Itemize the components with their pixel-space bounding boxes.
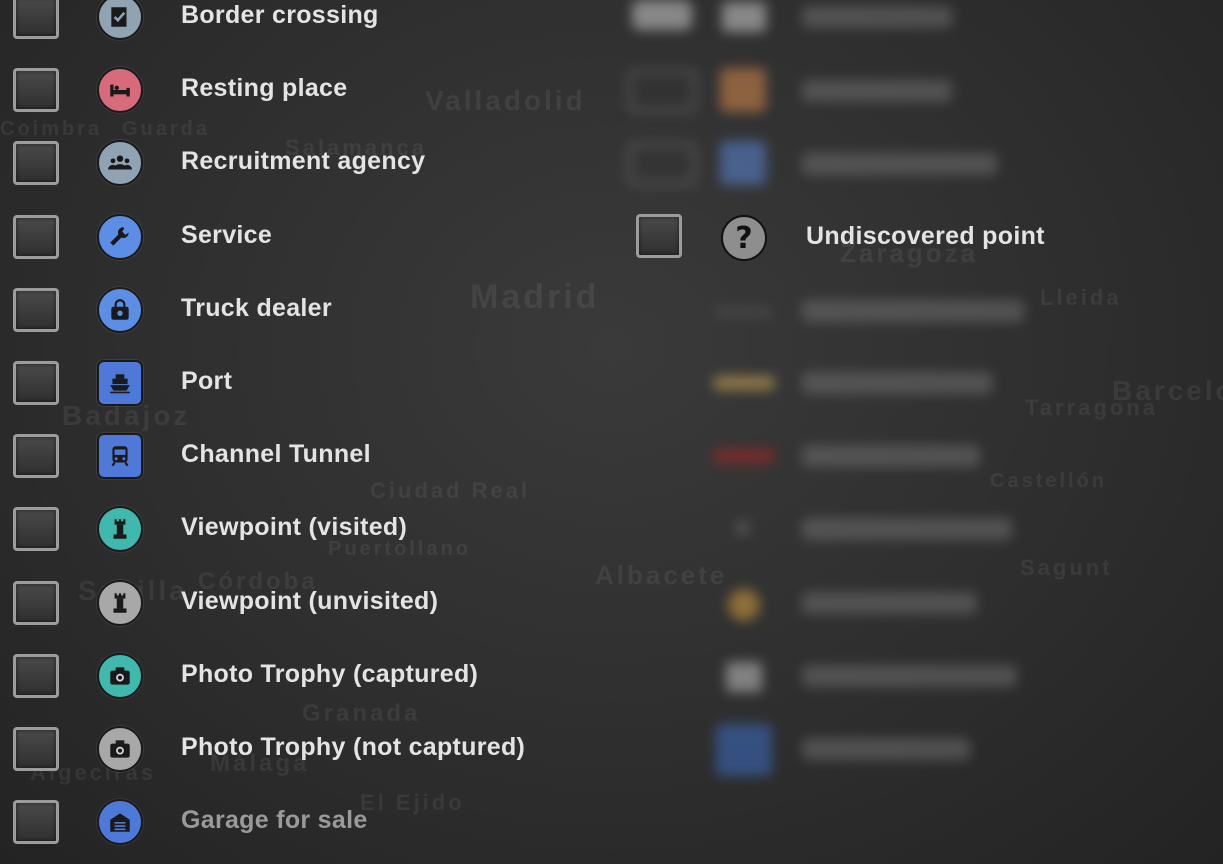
map-city-label: Coimbra	[0, 118, 103, 140]
country-border-label	[802, 665, 1017, 687]
wrench-icon	[97, 214, 143, 260]
checkbox-photo-trophy-not-captured[interactable]	[13, 727, 59, 771]
city-names-toggle[interactable]	[632, 0, 692, 30]
tower-icon	[97, 580, 143, 626]
legend-label: Truck dealer	[181, 294, 332, 322]
checkbox-viewpoint-visited[interactable]	[13, 507, 59, 551]
legend-label: Viewpoint (unvisited)	[181, 587, 439, 615]
legend-label: Recruitment agency	[181, 147, 426, 175]
unexplored-city-label	[802, 518, 1012, 540]
checkbox-channel-tunnel[interactable]	[13, 434, 59, 478]
unexplored-city-swatch	[736, 521, 750, 535]
road-numbers-toggle[interactable]	[628, 143, 696, 185]
checkbox-service[interactable]	[13, 215, 59, 259]
checkbox-garage-for-sale[interactable]	[13, 800, 59, 844]
border-crossing-icon	[97, 0, 143, 40]
undiscovered-point-label: Undiscovered point	[806, 222, 1045, 250]
undiscovered-point-checkbox[interactable]	[636, 214, 682, 258]
explored-road-label	[802, 372, 992, 394]
ship-icon	[97, 360, 143, 406]
companies-toggle[interactable]	[628, 70, 696, 112]
checkbox-truck-dealer[interactable]	[13, 288, 59, 332]
shopping-bag-icon	[97, 287, 143, 333]
checkbox-resting-place[interactable]	[13, 68, 59, 112]
checkbox-viewpoint-unvisited[interactable]	[13, 581, 59, 625]
explored-road-swatch	[713, 376, 775, 390]
country-border-swatch	[726, 662, 762, 692]
map-city-label: Albacete	[595, 560, 728, 590]
camera-icon	[97, 726, 143, 772]
companies-label	[802, 80, 952, 102]
legend-label: Resting place	[181, 74, 348, 102]
map-city-label: Barcelona	[1112, 375, 1223, 406]
map-city-label: Tarragona	[1025, 395, 1158, 420]
camera-icon	[97, 653, 143, 699]
you-are-here-icon	[716, 724, 772, 776]
checkbox-photo-trophy-captured[interactable]	[13, 654, 59, 698]
city-names-label	[802, 6, 952, 28]
map-city-label: Madrid	[470, 278, 600, 316]
company-icon	[720, 68, 766, 112]
checkbox-border-crossing[interactable]	[13, 0, 59, 39]
checkbox-recruitment-agency[interactable]	[13, 141, 59, 185]
unexplored-road-label	[802, 300, 1024, 322]
current-route-label	[802, 445, 980, 467]
question-mark-icon: ?	[721, 215, 767, 261]
city-names-icon	[722, 2, 766, 32]
legend-label: Border crossing	[181, 1, 379, 29]
legend-label: Viewpoint (visited)	[181, 513, 408, 541]
map-city-label: Valladolid	[425, 85, 586, 116]
people-icon	[97, 140, 143, 186]
unexplored-road-swatch	[715, 308, 773, 316]
legend-label: Channel Tunnel	[181, 440, 371, 468]
legend-label: Photo Trophy (captured)	[181, 660, 479, 688]
train-icon	[97, 433, 143, 479]
map-city-label: El Ejido	[360, 790, 465, 815]
map-city-label: Granada	[302, 700, 421, 727]
you-are-here-label	[802, 738, 970, 760]
legend-label: Garage for sale	[181, 806, 368, 834]
map-city-label: Guarda	[122, 118, 211, 140]
road-numbers-label	[802, 153, 997, 175]
explored-city-swatch	[728, 589, 760, 621]
map-city-label: Lleida	[1040, 285, 1122, 310]
legend-label: Photo Trophy (not captured)	[181, 733, 526, 761]
road-number-icon	[720, 141, 766, 185]
current-route-swatch	[713, 449, 775, 463]
map-city-label: Sagunt	[1020, 555, 1113, 580]
map-city-label: Castellón	[990, 470, 1108, 492]
map-city-label: Ciudad Real	[370, 478, 531, 503]
garage-icon	[97, 799, 143, 845]
bed-icon	[97, 67, 143, 113]
checkbox-port[interactable]	[13, 361, 59, 405]
explored-city-label	[802, 592, 977, 614]
legend-label: Port	[181, 367, 233, 395]
tower-icon	[97, 506, 143, 552]
legend-label: Service	[181, 221, 273, 249]
